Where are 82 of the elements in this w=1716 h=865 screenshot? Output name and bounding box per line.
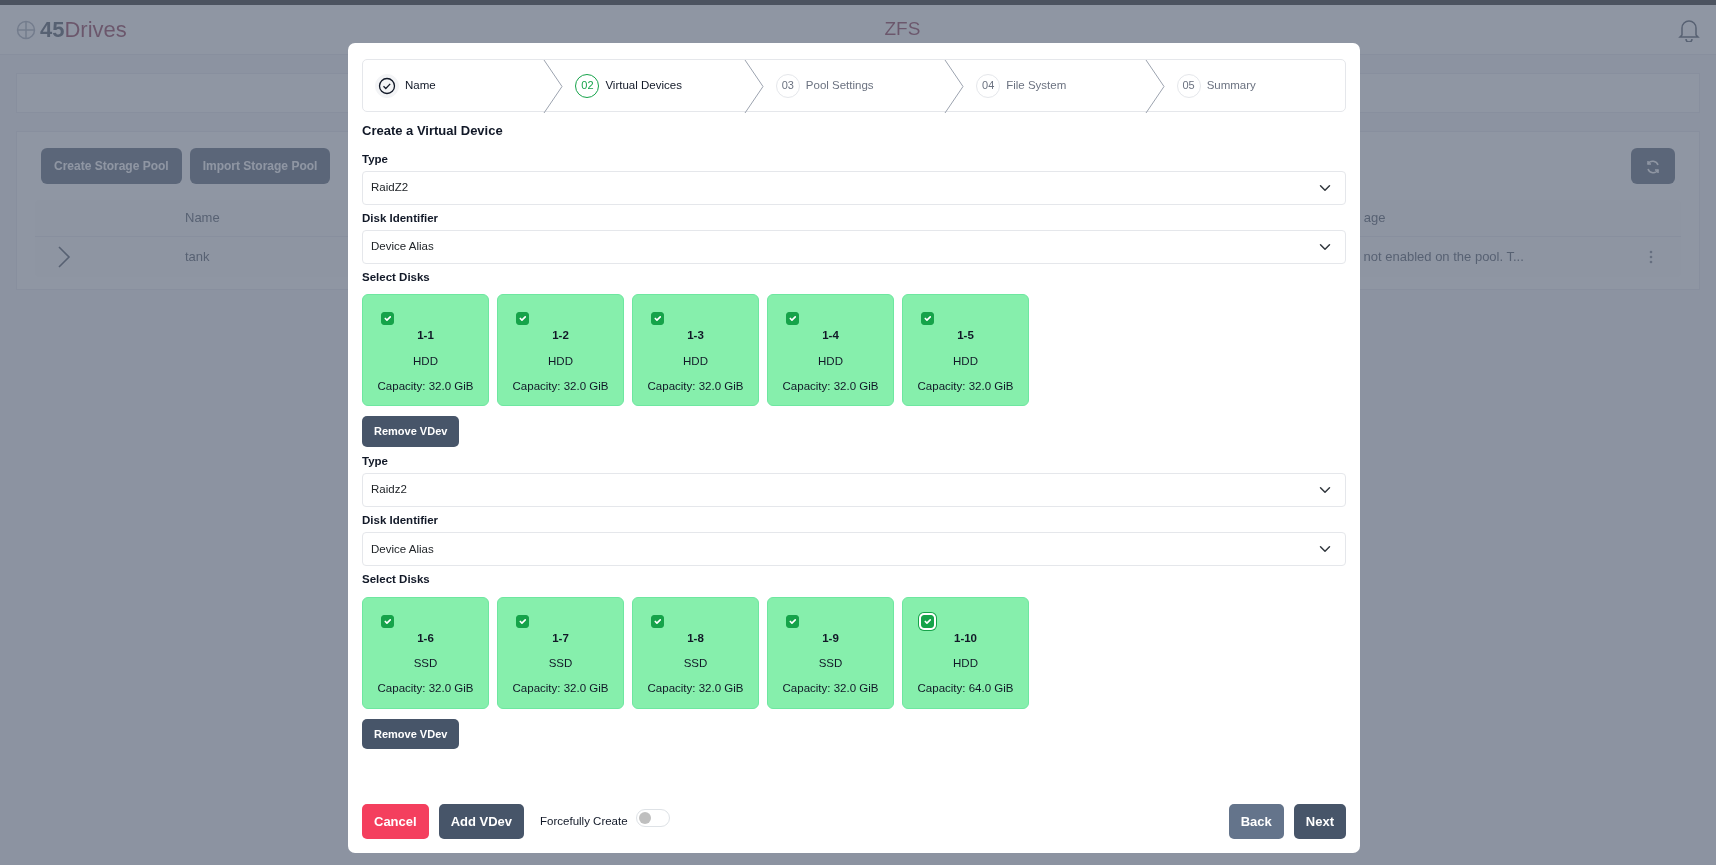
step-label: Pool Settings xyxy=(805,77,874,93)
disk-type: HDD xyxy=(953,655,978,671)
disk-type: HDD xyxy=(548,353,573,369)
step-indicator[interactable] xyxy=(375,73,399,98)
field-label: Select Disks xyxy=(362,572,431,588)
app-title: ZFS xyxy=(884,17,921,42)
disk-capacity: Capacity: 32.0 GiB xyxy=(377,681,474,696)
disk-checkbox[interactable] xyxy=(516,312,529,326)
disk-type: SSD xyxy=(683,655,708,671)
force-toggle[interactable] xyxy=(635,809,670,828)
disk-card[interactable]: 1-10 HDD Capacity: 64.0 GiB xyxy=(902,596,1029,709)
disk-checkbox[interactable] xyxy=(651,312,664,326)
step-label: Virtual Devices xyxy=(605,77,682,93)
disk-card[interactable]: 1-7 SSD Capacity: 32.0 GiB xyxy=(497,596,624,709)
disk-name: 1-9 xyxy=(822,630,839,646)
disk-name: 1-2 xyxy=(552,328,569,344)
back-button[interactable]: Back xyxy=(1228,803,1284,839)
remove-vdev-button[interactable]: Remove VDev xyxy=(362,416,460,447)
type-select[interactable]: RaidZ2 xyxy=(362,170,1346,205)
disk-capacity: Capacity: 32.0 GiB xyxy=(647,681,744,696)
toggle-label: Forcefully Create xyxy=(540,813,628,829)
disk-card[interactable]: 1-6 SSD Capacity: 32.0 GiB xyxy=(362,596,489,709)
chevron-divider xyxy=(1144,60,1165,113)
disk-capacity: Capacity: 32.0 GiB xyxy=(782,378,879,394)
chevron-divider xyxy=(944,60,965,113)
disk-card[interactable]: 1-2 HDD Capacity: 32.0 GiB xyxy=(497,294,624,407)
disk-card[interactable]: 1-4 HDD Capacity: 32.0 GiB xyxy=(767,294,894,407)
disk-checkbox[interactable] xyxy=(516,614,529,628)
disk-name: 1-4 xyxy=(822,328,839,344)
check-circle-icon xyxy=(378,76,396,95)
chevron-divider xyxy=(543,60,564,113)
disk-capacity: Capacity: 32.0 GiB xyxy=(512,681,609,696)
next-button[interactable]: Next xyxy=(1293,803,1346,839)
add-vdev-button[interactable]: Add VDev xyxy=(438,803,525,839)
disk-checkbox[interactable] xyxy=(921,614,934,628)
cancel-button[interactable]: Cancel xyxy=(362,803,429,839)
field-label: Disk Identifier xyxy=(362,210,440,226)
type-select[interactable]: Raidz2 xyxy=(362,473,1346,507)
disk-name: 1-8 xyxy=(687,630,704,646)
disk-name: 1-7 xyxy=(552,630,569,646)
disk-capacity: Capacity: 32.0 GiB xyxy=(377,378,474,394)
disk-checkbox[interactable] xyxy=(651,614,664,628)
disk-name: 1-6 xyxy=(417,630,434,646)
remove-vdev-button[interactable]: Remove VDev xyxy=(362,718,460,749)
disk-checkbox[interactable] xyxy=(786,614,799,628)
disk-card[interactable]: 1-8 SSD Capacity: 32.0 GiB xyxy=(632,596,759,709)
disk-type: HDD xyxy=(683,353,708,369)
step-label: File System xyxy=(1006,77,1067,93)
disk-checkbox[interactable] xyxy=(381,614,394,628)
disk-card[interactable]: 1-1 HDD Capacity: 32.0 GiB xyxy=(362,294,489,407)
logo-text: 45Drives xyxy=(40,16,127,44)
disk-capacity: Capacity: 32.0 GiB xyxy=(512,378,609,394)
disk-card[interactable]: 1-5 HDD Capacity: 32.0 GiB xyxy=(902,294,1029,407)
disk-name: 1-1 xyxy=(417,328,434,344)
disk-name: 1-10 xyxy=(954,630,977,646)
disk-type: HDD xyxy=(953,353,978,369)
disk-type: SSD xyxy=(413,655,438,671)
section-heading: Create a Virtual Device xyxy=(362,122,504,140)
disk-capacity: Capacity: 64.0 GiB xyxy=(917,681,1014,696)
disk-capacity: Capacity: 32.0 GiB xyxy=(917,378,1014,394)
disk-checkbox[interactable] xyxy=(786,312,799,326)
disk-capacity: Capacity: 32.0 GiB xyxy=(782,681,879,696)
field-label: Disk Identifier xyxy=(362,513,440,528)
disk-checkbox[interactable] xyxy=(381,312,394,326)
disk-card[interactable]: 1-3 HDD Capacity: 32.0 GiB xyxy=(632,294,759,407)
step-label: Summary xyxy=(1206,77,1256,93)
identifier-select[interactable]: Device Alias xyxy=(362,532,1346,567)
field-label: Type xyxy=(362,453,389,469)
step-label: Name xyxy=(405,77,436,93)
field-label: Select Disks xyxy=(362,270,431,285)
disk-type: HDD xyxy=(818,353,843,369)
disk-type: HDD xyxy=(413,353,438,369)
disk-name: 1-3 xyxy=(687,328,704,344)
disk-type: SSD xyxy=(818,655,843,671)
field-label: Type xyxy=(362,151,389,167)
disk-checkbox[interactable] xyxy=(921,312,934,326)
disk-capacity: Capacity: 32.0 GiB xyxy=(647,378,744,394)
disk-card[interactable]: 1-9 SSD Capacity: 32.0 GiB xyxy=(767,596,894,709)
disk-type: SSD xyxy=(548,655,573,671)
chevron-divider xyxy=(743,60,764,113)
identifier-select[interactable]: Device Alias xyxy=(362,230,1346,264)
disk-name: 1-5 xyxy=(957,328,974,344)
